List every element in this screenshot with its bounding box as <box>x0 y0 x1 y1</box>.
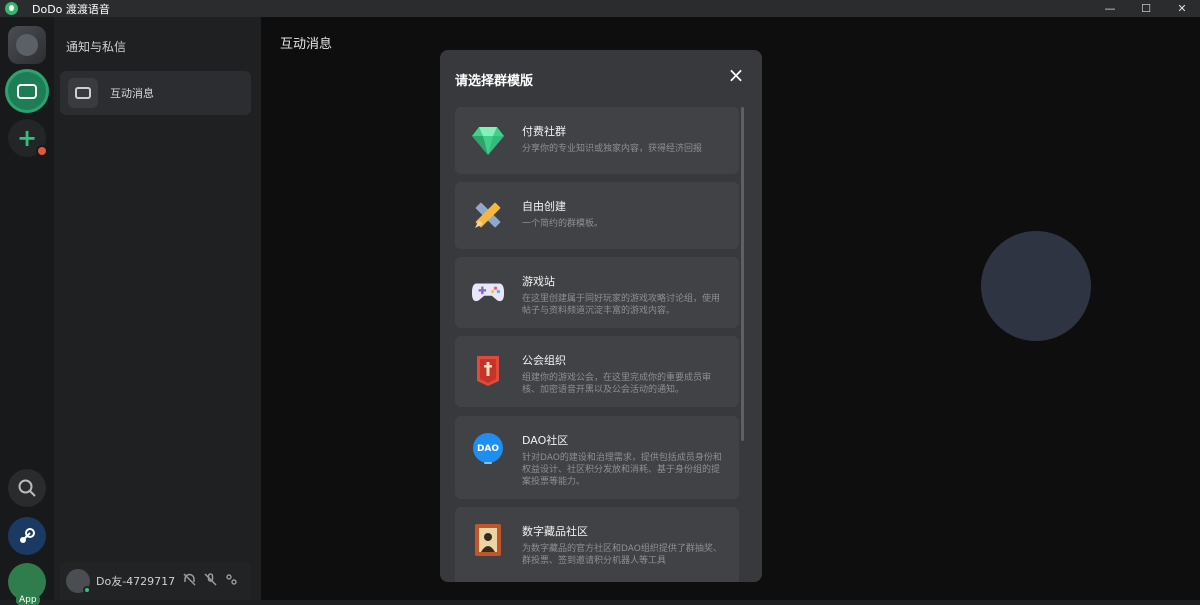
add-server-icon[interactable]: + <box>8 119 48 157</box>
template-card-dao[interactable]: DAO DAO社区 针对DAO的建设和治理需求，提供包括成员身份和权益设计、社区… <box>455 416 739 499</box>
interaction-icon <box>68 78 98 108</box>
page-title: 互动消息 <box>280 37 333 52</box>
template-modal: 请选择群模版 × 付费社群 分享你的专业知识或独家内容，获得经济回报 自由创建 … <box>440 50 762 582</box>
template-name: 游戏站 <box>522 275 555 288</box>
guild-banner-icon <box>471 354 505 388</box>
messages-icon[interactable] <box>8 72 46 110</box>
gamepad-icon <box>471 275 505 309</box>
template-card-nft[interactable]: 数字藏品社区 为数字藏品的官方社区和DAO组织提供了群抽奖、群投票、签到邀请积分… <box>455 507 739 582</box>
notification-panel: 通知与私信 互动消息 Do友-4729717 <box>54 17 261 600</box>
app-title: DoDo 渡渡语音 <box>32 2 110 16</box>
template-card-paid[interactable]: 付费社群 分享你的专业知识或独家内容，获得经济回报 <box>455 107 739 174</box>
server-rail: + App <box>0 17 54 605</box>
template-name: 付费社群 <box>522 125 566 138</box>
template-desc: 针对DAO的建设和治理需求，提供包括成员身份和权益设计、社区积分发放和消耗、基于… <box>522 453 722 487</box>
template-name: 自由创建 <box>522 200 566 213</box>
close-window-icon[interactable]: ✕ <box>1164 0 1200 17</box>
app-label: App <box>16 595 40 605</box>
settings-icon[interactable] <box>225 573 238 589</box>
panel-item-interactions[interactable]: 互动消息 <box>60 71 251 115</box>
app-logo-icon <box>5 2 18 15</box>
empty-state-illustration <box>981 231 1091 341</box>
minimize-icon[interactable]: — <box>1092 0 1128 17</box>
template-desc: 为数字藏品的官方社区和DAO组织提供了群抽奖、群投票、签到邀请积分机器人等工具 <box>522 544 722 566</box>
template-desc: 在这里创建属于同好玩家的游戏攻略讨论组，使用帖子与资料频道沉淀丰富的游戏内容。 <box>522 294 721 316</box>
dao-icon: DAO <box>471 432 505 466</box>
maximize-icon[interactable]: ☐ <box>1128 0 1164 17</box>
app-icon[interactable]: App <box>8 563 46 605</box>
user-avatar-small[interactable] <box>66 569 91 594</box>
panel-title: 通知与私信 <box>66 40 127 54</box>
panel-item-label: 互动消息 <box>110 87 154 100</box>
template-desc: 分享你的专业知识或独家内容，获得经济回报 <box>522 144 703 154</box>
chat-bubble-icon <box>17 83 37 99</box>
template-card-game[interactable]: 游戏站 在这里创建属于同好玩家的游戏攻略讨论组，使用帖子与资料频道沉淀丰富的游戏… <box>455 257 739 328</box>
notification-dot <box>36 145 48 157</box>
search-icon[interactable] <box>8 469 46 507</box>
template-name: DAO社区 <box>522 434 569 447</box>
online-status-dot <box>83 586 91 594</box>
user-name: Do友-4729717 <box>96 575 176 588</box>
mic-off-icon[interactable] <box>204 573 217 589</box>
headphones-off-icon[interactable] <box>183 573 196 589</box>
pencil-ruler-icon <box>471 198 505 232</box>
title-bar: DoDo 渡渡语音 — ☐ ✕ <box>0 0 1200 17</box>
template-card-guild[interactable]: 公会组织 组建你的游戏公会，在这里完成你的重要成员审核、加密语音开黑以及公会活动… <box>455 336 739 407</box>
template-card-free[interactable]: 自由创建 一个简约的群模板。 <box>455 182 739 249</box>
template-desc: 一个简约的群模板。 <box>522 219 604 229</box>
portrait-icon <box>471 523 505 557</box>
template-desc: 组建你的游戏公会，在这里完成你的重要成员审核、加密语音开黑以及公会活动的通知。 <box>522 373 712 395</box>
dao-icon-text: DAO <box>476 444 500 454</box>
scrollbar[interactable] <box>741 107 744 441</box>
user-avatar[interactable] <box>8 26 46 64</box>
modal-title: 请选择群模版 <box>455 74 534 89</box>
template-name: 公会组织 <box>522 354 566 367</box>
window-controls: — ☐ ✕ <box>1092 0 1200 17</box>
diamond-icon <box>471 123 505 157</box>
close-icon[interactable]: × <box>726 65 746 86</box>
steam-icon[interactable] <box>8 517 46 555</box>
user-bar: Do友-4729717 <box>60 562 251 600</box>
template-name: 数字藏品社区 <box>522 525 588 538</box>
